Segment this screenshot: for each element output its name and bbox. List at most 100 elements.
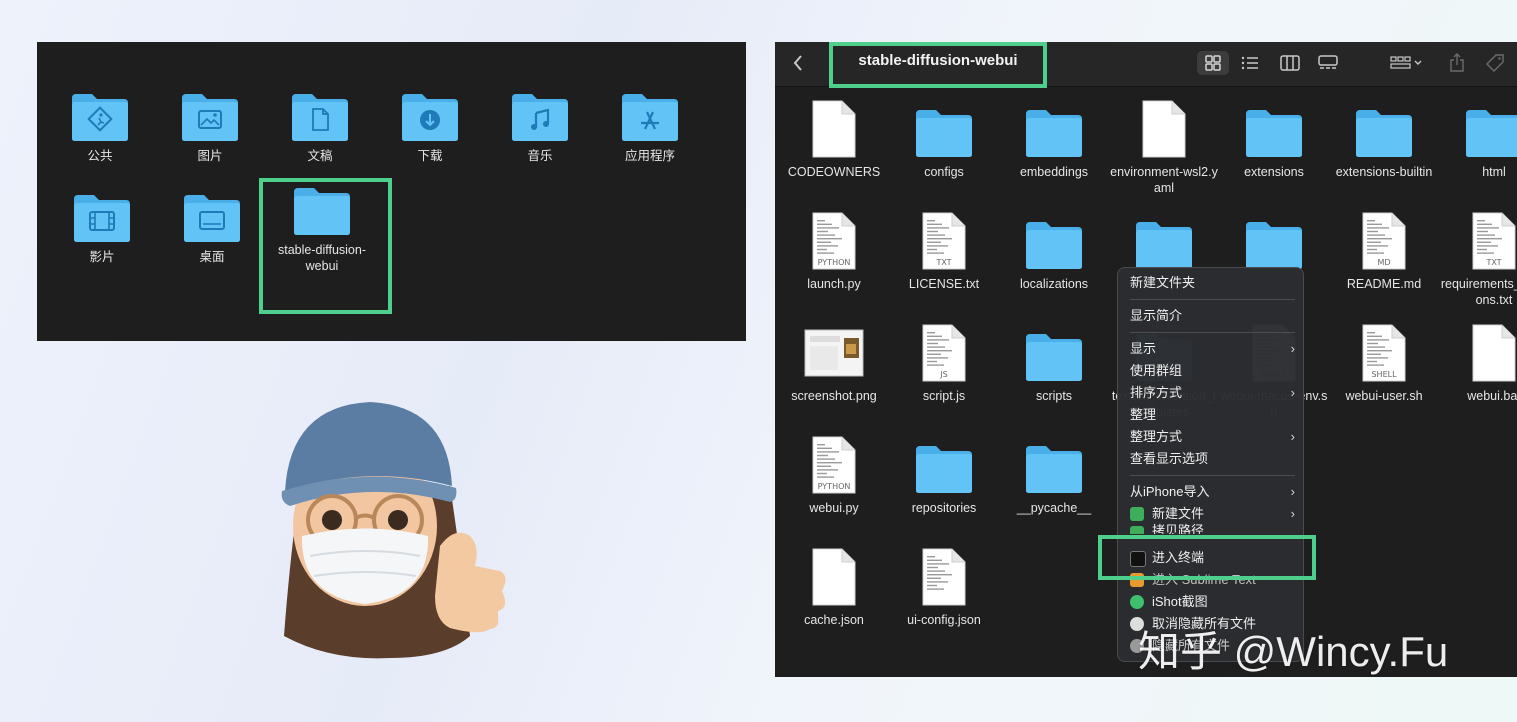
icon-view-icon[interactable] [1197, 51, 1229, 75]
file-label: __pycache__ [1016, 501, 1092, 515]
folder-item-desktop[interactable]: 桌面 [157, 193, 267, 265]
file-item[interactable]: configs [889, 100, 999, 180]
movies-folder-icon [72, 193, 132, 243]
file-item[interactable]: html [1439, 100, 1517, 180]
folder-label: 影片 [89, 250, 115, 264]
list-view-icon[interactable] [1237, 51, 1263, 75]
folder-icon [1134, 212, 1194, 270]
file-item[interactable]: TXT requirements_versions.txt [1439, 212, 1517, 308]
menu-item-copy-path[interactable]: 拷贝路径 [1130, 522, 1295, 534]
share-icon[interactable] [1445, 51, 1469, 75]
group-icon[interactable] [1387, 51, 1427, 75]
folder-item-applications[interactable]: 应用程序 [595, 92, 705, 164]
menu-item-clean-up[interactable]: 整理 [1130, 404, 1295, 426]
file-type-badge: SHELL [1371, 370, 1397, 379]
file-item[interactable]: embeddings [999, 100, 1109, 180]
menu-item-ishot[interactable]: iShot截图 [1130, 591, 1295, 613]
menu-item-new-folder[interactable]: 新建文件夹 [1130, 272, 1295, 294]
music-folder-icon [510, 92, 570, 142]
file-label: launch.py [807, 277, 861, 291]
file-label: embeddings [1019, 165, 1089, 179]
chevron-right-icon: › [1290, 484, 1295, 499]
file-label: CODEOWNERS [787, 165, 881, 179]
file-label: extensions [1244, 165, 1304, 179]
file-label: LICENSE.txt [908, 277, 980, 291]
file-item[interactable]: screenshot.png [779, 324, 889, 404]
file-item[interactable]: extensions-builtin [1329, 100, 1439, 180]
file-item[interactable]: repositories [889, 436, 999, 516]
file-item[interactable]: extensions [1219, 100, 1329, 180]
menu-separator [1130, 475, 1295, 476]
applications-folder-icon [620, 92, 680, 142]
folder-item-downloads[interactable]: 下载 [375, 92, 485, 164]
chevron-left-icon[interactable] [791, 50, 811, 76]
folder-label: 公共 [87, 149, 113, 163]
code-file-icon: TXT [921, 212, 967, 270]
code-file-icon [921, 548, 967, 606]
gallery-view-icon[interactable] [1315, 51, 1341, 75]
file-item[interactable]: SHELL webui-user.sh [1329, 324, 1439, 404]
file-label: ui-config.json [907, 613, 981, 627]
menu-item-clean-up-by[interactable]: 整理方式 › [1130, 426, 1295, 448]
menu-item-get-info[interactable]: 显示简介 [1130, 305, 1295, 327]
highlight-box [829, 42, 1047, 88]
chevron-right-icon: › [1290, 341, 1295, 356]
menu-item-import-from-iphone[interactable]: 从iPhone导入 › [1130, 481, 1295, 503]
file-item[interactable]: localizations [999, 212, 1109, 292]
file-label: screenshot.png [791, 389, 877, 403]
file-item[interactable]: TXT LICENSE.txt [889, 212, 999, 292]
watermark: 知乎 @Wincy.Fu [1138, 628, 1449, 675]
image-thumbnail-icon [804, 324, 864, 382]
code-file-icon: MD [1361, 212, 1407, 270]
file-item[interactable]: __pycache__ [999, 436, 1109, 516]
file-item[interactable]: CODEOWNERS [779, 100, 889, 180]
folder-label: 文稿 [307, 149, 333, 163]
column-view-icon[interactable] [1277, 51, 1303, 75]
file-label: webui-user.sh [1345, 389, 1423, 403]
file-label: repositories [911, 501, 977, 515]
menu-item-view[interactable]: 显示 › [1130, 338, 1295, 360]
documents-folder-icon [290, 92, 350, 142]
memoji-avatar-icon [270, 396, 520, 666]
document-icon [1141, 100, 1187, 158]
menu-item-use-groups[interactable]: 使用群组 [1130, 360, 1295, 382]
file-label: script.js [922, 389, 966, 403]
folder-item-documents[interactable]: 文稿 [265, 92, 375, 164]
file-item[interactable]: cache.json [779, 548, 889, 628]
file-item[interactable]: webui.bat [1439, 324, 1517, 404]
downloads-folder-icon [400, 92, 460, 142]
file-type-badge: PYTHON [817, 258, 851, 267]
pictures-folder-icon [180, 92, 240, 142]
folder-item-music[interactable]: 音乐 [485, 92, 595, 164]
file-item[interactable]: ui-config.json [889, 548, 999, 628]
folder-item-movies[interactable]: 影片 [47, 193, 157, 265]
copy-path-icon [1130, 526, 1144, 534]
ishot-icon [1130, 595, 1144, 609]
menu-item-show-view-options[interactable]: 查看显示选项 [1130, 448, 1295, 470]
menu-separator [1130, 332, 1295, 333]
chevron-right-icon: › [1290, 429, 1295, 444]
folder-item-pictures[interactable]: 图片 [155, 92, 265, 164]
file-item[interactable]: MD README.md [1329, 212, 1439, 292]
document-icon [1471, 324, 1517, 382]
folder-item-public[interactable]: 公共 [45, 92, 155, 164]
file-item[interactable]: scripts [999, 324, 1109, 404]
file-label: requirements_versions.txt [1440, 277, 1517, 307]
file-type-badge: PYTHON [817, 482, 851, 491]
file-type-badge: JS [940, 370, 948, 379]
file-label: html [1482, 165, 1506, 179]
folder-icon [1024, 212, 1084, 270]
code-file-icon: PYTHON [811, 212, 857, 270]
file-item[interactable]: environment-wsl2.yaml [1109, 100, 1219, 196]
file-item[interactable]: PYTHON launch.py [779, 212, 889, 292]
file-item[interactable]: PYTHON webui.py [779, 436, 889, 516]
file-label: scripts [1035, 389, 1073, 403]
folder-icon [1024, 324, 1084, 382]
highlight-box [259, 178, 392, 314]
file-label: environment-wsl2.yaml [1110, 165, 1218, 195]
file-item[interactable]: JS script.js [889, 324, 999, 404]
menu-item-sort-by[interactable]: 排序方式 › [1130, 382, 1295, 404]
file-label: configs [924, 165, 964, 179]
folder-label: 音乐 [527, 149, 553, 163]
tag-icon[interactable] [1483, 51, 1507, 75]
